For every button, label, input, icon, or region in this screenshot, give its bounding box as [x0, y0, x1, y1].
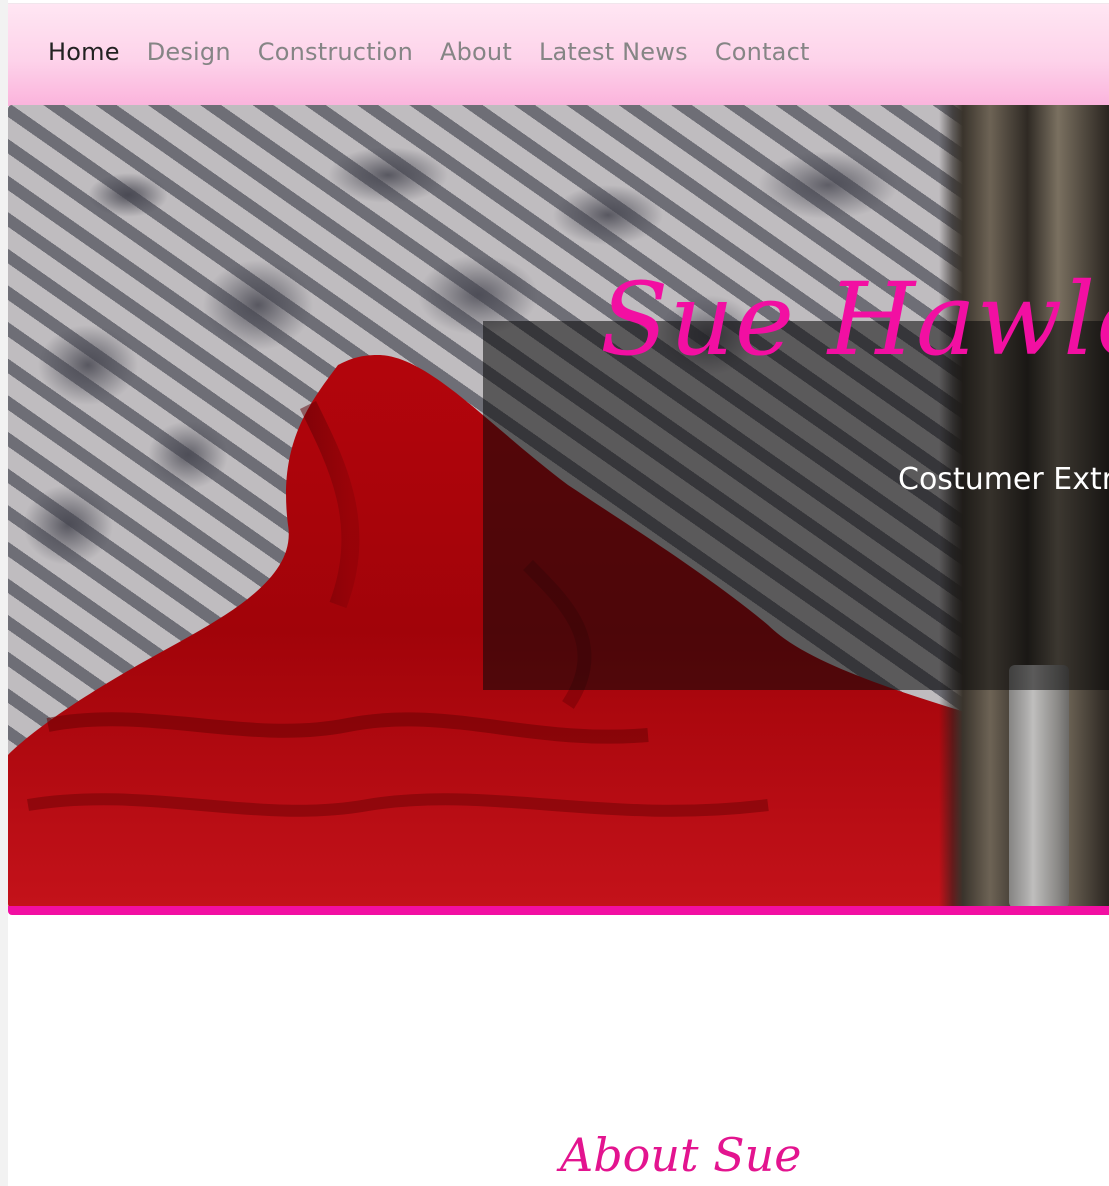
- page: Home Design Construction About Latest Ne…: [8, 0, 1109, 1186]
- nav-item-about[interactable]: About: [440, 38, 512, 66]
- about-section-heading: About Sue: [560, 1128, 802, 1182]
- nav-item-design[interactable]: Design: [147, 38, 231, 66]
- site-tagline: Costumer Extr: [898, 462, 1109, 497]
- hero-banner: [8, 105, 1109, 908]
- nav-item-construction[interactable]: Construction: [258, 38, 413, 66]
- sewing-machine-needle: [1009, 665, 1069, 908]
- nav-item-home[interactable]: Home: [48, 38, 120, 66]
- nav-menu: Home Design Construction About Latest Ne…: [48, 38, 837, 66]
- hero-accent-bar: [8, 906, 1109, 915]
- site-title: Sue Hawle: [600, 261, 1109, 378]
- top-navigation-bar: Home Design Construction About Latest Ne…: [8, 3, 1109, 106]
- nav-item-contact[interactable]: Contact: [715, 38, 810, 66]
- nav-item-latest-news[interactable]: Latest News: [539, 38, 688, 66]
